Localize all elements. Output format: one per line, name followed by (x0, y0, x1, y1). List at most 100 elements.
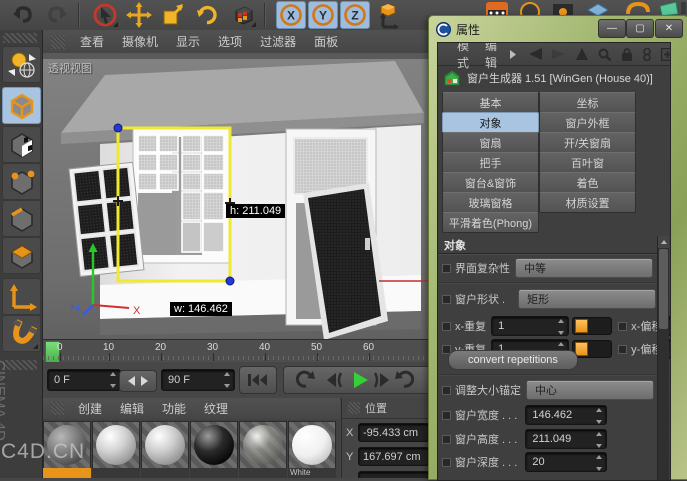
x-repeat-field[interactable]: 1 (491, 316, 570, 336)
y-position-field[interactable]: 167.697 cm (358, 447, 429, 466)
window-titlebar[interactable]: 属性 — ▢ ✕ (429, 16, 687, 42)
keyframe-dot[interactable] (618, 344, 628, 354)
new-panel-icon[interactable] (661, 47, 670, 61)
tab-sash[interactable]: 窗扇 (442, 132, 539, 153)
polygon-mode-icon[interactable] (2, 237, 41, 274)
tab-coordinates[interactable]: 坐标 (539, 92, 636, 113)
goto-start-button[interactable] (239, 366, 277, 394)
current-frame-field[interactable]: 0 F (47, 369, 121, 391)
tab-object[interactable]: 对象 (442, 112, 539, 133)
coordinate-system-icon[interactable] (374, 1, 404, 29)
material-thumbnail[interactable] (92, 421, 140, 469)
material-name[interactable] (43, 468, 91, 478)
history-list-icon[interactable] (643, 47, 651, 61)
material-name[interactable]: White (288, 468, 336, 478)
scroll-up-arrow[interactable] (658, 236, 669, 248)
x-position-field[interactable]: -95.433 cm (358, 423, 429, 442)
tab-sill-trim[interactable]: 窗台&窗饰 (442, 172, 539, 193)
y-repeat-slider[interactable] (572, 340, 613, 358)
material-name[interactable] (141, 468, 189, 478)
keyframe-dot[interactable] (442, 385, 451, 395)
end-frame-field[interactable]: 90 F (161, 369, 235, 391)
sidebar-grip[interactable] (3, 33, 37, 43)
tab-phong[interactable]: 平滑着色(Phong) (442, 212, 539, 233)
z-axis-lock-icon[interactable]: Z (340, 1, 370, 29)
sidebar-grip[interactable] (3, 360, 37, 370)
keyframe-dot[interactable] (442, 294, 451, 304)
redo-icon[interactable] (42, 1, 72, 29)
shape-dropdown[interactable]: 矩形 (518, 289, 657, 309)
window-height-field[interactable]: 211.049 (525, 429, 608, 449)
move-tool-icon[interactable] (124, 1, 154, 29)
view-label[interactable]: 透视视图 (48, 60, 92, 76)
playback-icons[interactable] (288, 370, 426, 390)
complexity-dropdown[interactable]: 中等 (515, 258, 653, 278)
tab-blinds[interactable]: 百叶窗 (539, 152, 636, 173)
keyframe-dot[interactable] (442, 410, 451, 420)
keyframe-dot[interactable] (442, 321, 451, 331)
material-thumbnail[interactable] (239, 421, 287, 469)
menubar-grip[interactable] (51, 402, 64, 415)
texture-mode-icon[interactable] (2, 126, 41, 163)
perspective-viewport[interactable]: X Z 透视视图 h: 211.049 w: 146.462 (43, 53, 428, 339)
menu-texture[interactable]: 纹理 (195, 400, 237, 417)
close-button[interactable]: ✕ (655, 19, 683, 38)
x-repeat-slider[interactable] (572, 317, 613, 335)
axis-mode-icon[interactable] (2, 278, 41, 315)
frame-spinner[interactable] (108, 372, 118, 388)
menu-view[interactable]: 查看 (71, 33, 113, 50)
frame-step-buttons[interactable] (119, 370, 157, 392)
x-axis-lock-icon[interactable]: X (276, 1, 306, 29)
convert-icon[interactable] (2, 46, 41, 83)
menu-camera[interactable]: 摄像机 (113, 33, 167, 50)
tab-window-frame[interactable]: 窗户外框 (539, 112, 636, 133)
minimize-button[interactable]: — (598, 19, 626, 38)
tab-shading[interactable]: 着色 (539, 172, 636, 193)
menu-display[interactable]: 显示 (167, 33, 209, 50)
maximize-button[interactable]: ▢ (626, 19, 654, 38)
keyframe-dot[interactable] (442, 263, 451, 273)
anchor-dropdown[interactable]: 中心 (526, 380, 654, 400)
undo-icon[interactable] (8, 1, 38, 29)
convert-repetitions-button[interactable]: convert repetitions (448, 350, 578, 370)
parent-up-icon[interactable] (576, 48, 589, 60)
y-axis-lock-icon[interactable]: Y (308, 1, 338, 29)
menu-create[interactable]: 创建 (69, 400, 111, 417)
frame-spinner[interactable] (222, 372, 232, 388)
material-name[interactable] (190, 468, 238, 478)
section-header-object[interactable]: 对象 (438, 236, 666, 254)
tab-basic[interactable]: 基本 (442, 92, 539, 113)
scrollbar-thumb[interactable] (659, 249, 668, 329)
panel-scrollbar[interactable] (657, 236, 669, 480)
z-position-field[interactable] (358, 471, 429, 478)
point-mode-icon[interactable] (2, 163, 41, 200)
menubar-grip[interactable] (51, 34, 65, 49)
material-thumbnail[interactable] (288, 421, 336, 469)
window-width-field[interactable]: 146.462 (525, 405, 608, 425)
menu-options[interactable]: 选项 (209, 33, 251, 50)
edge-mode-icon[interactable] (2, 200, 41, 237)
keyframe-dot[interactable] (618, 321, 628, 331)
modeling-settings-icon[interactable] (228, 1, 258, 29)
material-thumbnail[interactable] (141, 421, 189, 469)
menu-edit[interactable]: 编辑 (111, 400, 153, 417)
menu-function[interactable]: 功能 (153, 400, 195, 417)
panel-grip[interactable] (348, 402, 360, 414)
object-header[interactable]: 窗户生成器 1.51 [WinGen (House 40)] (438, 66, 670, 90)
lock-icon[interactable] (621, 47, 633, 61)
material-thumbnail[interactable] (190, 421, 238, 469)
snap-magnet-icon[interactable] (2, 315, 41, 352)
material-name[interactable] (92, 468, 140, 478)
material-name[interactable] (239, 468, 287, 478)
menu-filter[interactable]: 过滤器 (251, 33, 305, 50)
tab-open-close-sash[interactable]: 开/关窗扇 (539, 132, 636, 153)
material-thumbnail[interactable] (43, 421, 91, 469)
tab-handle[interactable]: 把手 (442, 152, 539, 173)
tab-glass-panes[interactable]: 玻璃窗格 (442, 192, 539, 213)
scale-tool-icon[interactable] (158, 1, 188, 29)
history-back-icon[interactable] (526, 48, 543, 60)
timeline-ruler[interactable]: 0 10 20 30 40 50 60 (43, 339, 428, 364)
rotate-tool-icon[interactable] (192, 1, 222, 29)
history-forward-icon[interactable] (552, 48, 566, 60)
search-icon[interactable] (598, 48, 612, 61)
